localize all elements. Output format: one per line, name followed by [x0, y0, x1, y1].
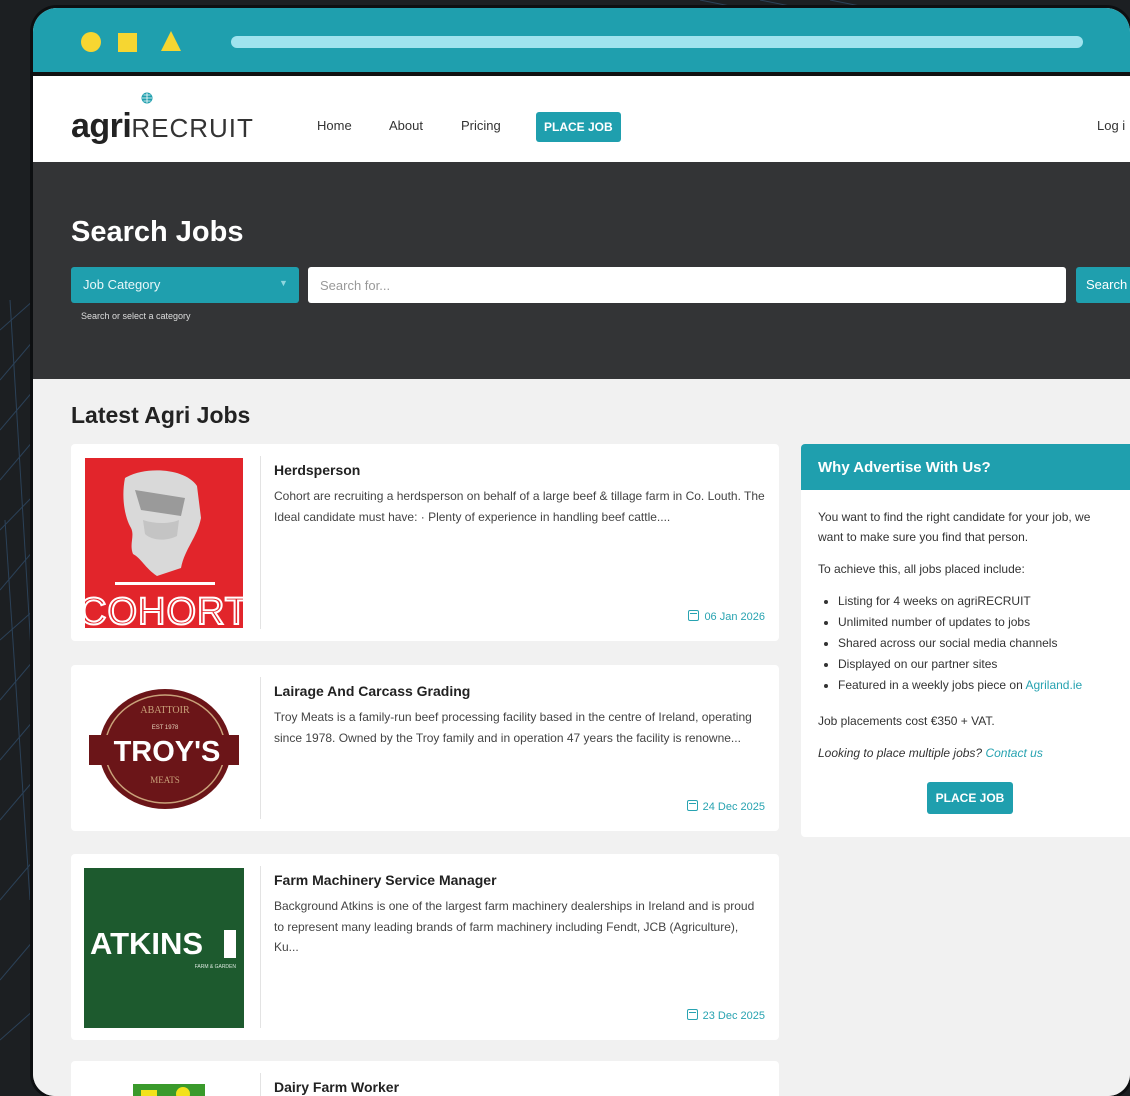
list-item: Listing for 4 weeks on agriRECRUIT [838, 591, 1130, 612]
contact-link[interactable]: Contact us [985, 746, 1042, 760]
card-divider [260, 456, 261, 629]
job-date: 24 Dec 2025 [686, 800, 765, 813]
cohort-logo: COHORT [85, 458, 243, 628]
site-header: agriRECRUIT Home About Pricing PLACE JOB… [33, 76, 1130, 162]
browser-window: agriRECRUIT Home About Pricing PLACE JOB… [33, 8, 1130, 1096]
place-job-button[interactable]: PLACE JOB [536, 112, 621, 142]
job-description: Troy Meats is a family-run beef processi… [274, 710, 752, 745]
job-card[interactable]: Dairy Farm Worker [71, 1061, 779, 1096]
job-card[interactable]: COHORT Herdsperson Cohort are recruiting… [71, 444, 779, 641]
troys-logo: ABATTOIR EST 1978 TROY'S MEATS [85, 679, 243, 819]
globe-icon [141, 92, 153, 104]
agriland-link[interactable]: Agriland.ie [1025, 678, 1082, 692]
panel-header: Why Advertise With Us? [801, 444, 1130, 490]
logo-text-bold: agri [71, 107, 132, 145]
section-title: Latest Agri Jobs [71, 402, 251, 428]
atkins-logo: ATKINS FARM & GARDEN [84, 868, 244, 1028]
job-title[interactable]: Dairy Farm Worker [274, 1079, 399, 1095]
card-divider [260, 1073, 261, 1096]
panel-intro: You want to find the right candidate for… [818, 510, 1091, 544]
login-link[interactable]: Log i [1097, 118, 1125, 133]
triangle-icon [161, 31, 181, 51]
panel-multiple: Looking to place multiple jobs? Contact … [818, 743, 1118, 763]
window-titlebar [33, 8, 1130, 76]
why-advertise-panel: Why Advertise With Us? You want to find … [801, 444, 1130, 837]
panel-cost: Job placements cost €350 + VAT. [818, 714, 995, 728]
job-description: Background Atkins is one of the largest … [274, 899, 755, 954]
calendar-icon [686, 1009, 698, 1020]
list-item: Unlimited number of updates to jobs [838, 612, 1130, 633]
job-date: 23 Dec 2025 [686, 1009, 765, 1022]
address-bar[interactable] [231, 36, 1083, 48]
job-date-text: 24 Dec 2025 [702, 801, 765, 813]
troys-logo-est: EST 1978 [152, 725, 179, 731]
job-card[interactable]: ABATTOIR EST 1978 TROY'S MEATS Lairage A… [71, 665, 779, 831]
farm-logo [133, 1084, 205, 1096]
benefits-list: Listing for 4 weeks on agriRECRUIT Unlim… [818, 591, 1130, 696]
troys-logo-meats: MEATS [150, 775, 180, 785]
search-hero: Search Jobs Job Category ▼ Search for...… [33, 162, 1130, 379]
cohort-logo-text: COHORT [85, 591, 243, 628]
nav-pricing[interactable]: Pricing [461, 118, 501, 133]
circle-icon [81, 32, 101, 52]
job-description: Cohort are recruiting a herdsperson on b… [274, 489, 765, 524]
job-category-select[interactable]: Job Category ▼ [71, 267, 299, 303]
nav-home[interactable]: Home [317, 118, 352, 133]
job-category-label: Job Category [83, 277, 161, 292]
atkins-logo-sub: FARM & GARDEN [195, 964, 237, 970]
panel-title: Why Advertise With Us? [818, 459, 991, 476]
search-input[interactable]: Search for... [308, 267, 1066, 303]
job-title[interactable]: Farm Machinery Service Manager [274, 872, 497, 888]
list-item: Featured in a weekly jobs piece on Agril… [838, 675, 1130, 696]
job-date-text: 23 Dec 2025 [702, 1010, 765, 1022]
nav-about[interactable]: About [389, 118, 423, 133]
square-icon [118, 33, 137, 52]
job-card[interactable]: ATKINS FARM & GARDEN Farm Machinery Serv… [71, 854, 779, 1040]
search-button[interactable]: Search [1076, 267, 1130, 303]
sidebar-place-job-button[interactable]: PLACE JOB [927, 782, 1013, 814]
page-title: Search Jobs [71, 216, 244, 248]
calendar-icon [686, 800, 698, 811]
job-title[interactable]: Lairage And Carcass Grading [274, 683, 470, 699]
list-item: Shared across our social media channels [838, 633, 1130, 654]
card-divider [260, 677, 261, 819]
list-item: Displayed on our partner sites [838, 654, 1130, 675]
atkins-logo-text: ATKINS [90, 926, 203, 961]
chevron-down-icon: ▼ [279, 278, 288, 288]
search-hint: Search or select a category [81, 311, 191, 321]
logo-text-light: RECRUIT [131, 113, 254, 143]
job-date: 06 Jan 2026 [688, 610, 765, 623]
troys-logo-text: TROY'S [114, 736, 221, 768]
list-item-text: Featured in a weekly jobs piece on [838, 678, 1023, 692]
main-content: Latest Agri Jobs COHORT Herdsperson Coho… [33, 379, 1130, 1096]
troys-logo-top: ABATTOIR [140, 705, 190, 716]
search-placeholder: Search for... [320, 278, 391, 293]
job-date-text: 06 Jan 2026 [704, 611, 765, 623]
multiple-text: Looking to place multiple jobs? [818, 746, 983, 760]
card-divider [260, 866, 261, 1028]
job-title[interactable]: Herdsperson [274, 462, 360, 478]
calendar-icon [688, 610, 700, 621]
panel-lead: To achieve this, all jobs placed include… [818, 562, 1025, 576]
